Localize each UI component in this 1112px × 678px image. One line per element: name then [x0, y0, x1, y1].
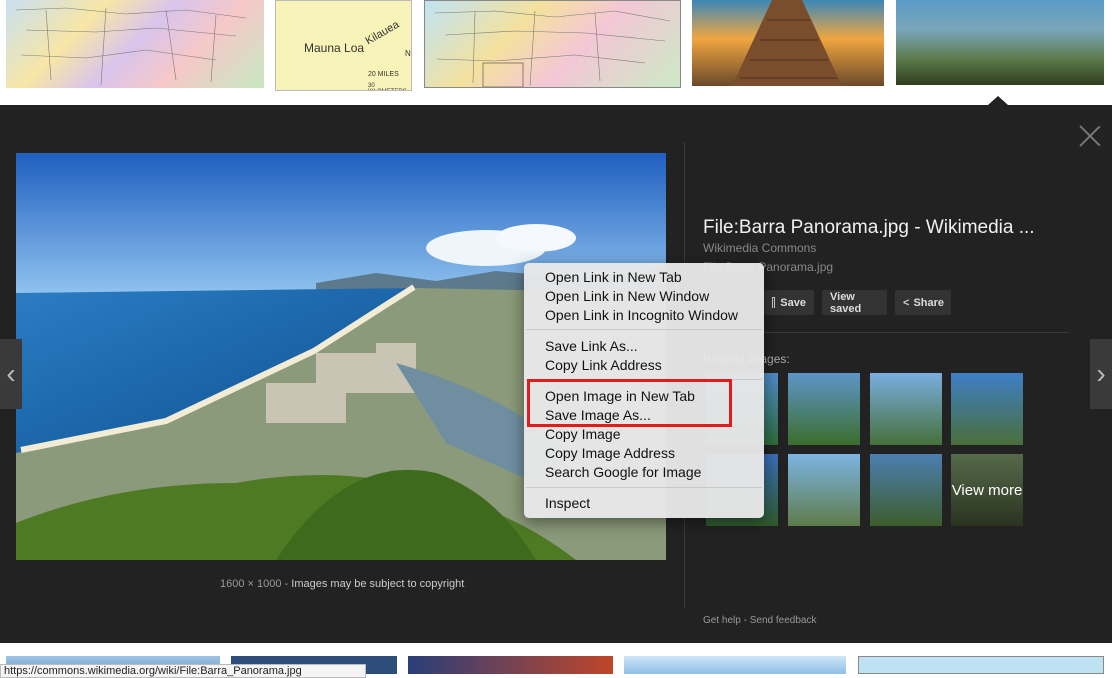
related-image-6[interactable]: [788, 454, 860, 526]
highlight-box: [527, 379, 732, 427]
footer-links: Get help - Send feedback: [703, 615, 816, 626]
map-label-kilauea: Kilauea: [363, 18, 402, 48]
menu-separator: [526, 329, 762, 330]
menu-separator: [526, 487, 762, 488]
get-help-link[interactable]: Get help: [703, 615, 741, 626]
view-saved-label: View saved: [830, 290, 862, 315]
share-button[interactable]: < Share: [895, 290, 951, 315]
menu-search-google-for-image[interactable]: Search Google for Image: [545, 464, 701, 480]
copyright-link[interactable]: Images may be subject to copyright: [291, 578, 464, 590]
selected-pointer: [988, 96, 1008, 105]
map-label-mauna-loa: Mauna Loa: [304, 41, 365, 55]
image-dimensions: 1600 × 1000: [220, 578, 282, 590]
menu-open-link-new-tab[interactable]: Open Link in New Tab: [545, 269, 682, 285]
save-label: Save: [780, 296, 806, 309]
save-button[interactable]: Save: [764, 290, 814, 315]
menu-open-link-incognito[interactable]: Open Link in Incognito Window: [545, 307, 738, 323]
us-map-graphic: [434, 10, 671, 87]
menu-open-link-new-window[interactable]: Open Link in New Window: [545, 288, 709, 304]
related-image-3[interactable]: [870, 373, 942, 445]
status-bar-url: https://commons.wikimedia.org/wiki/File:…: [0, 664, 366, 678]
bookmark-icon: [772, 297, 776, 308]
map-scale-miles: 20 MILES: [368, 71, 399, 78]
menu-save-link-as[interactable]: Save Link As...: [545, 338, 638, 354]
thumbnail-us-map-1[interactable]: [6, 0, 264, 88]
image-meta-line: 1600 × 1000 - Images may be subject to c…: [220, 578, 464, 590]
next-image-button[interactable]: ›: [1090, 339, 1112, 409]
prev-image-button[interactable]: ‹: [0, 339, 22, 409]
chevron-left-icon: ‹: [6, 358, 16, 389]
view-saved-button[interactable]: View saved: [822, 290, 887, 315]
related-image-4[interactable]: [951, 373, 1023, 445]
map-north-label: N: [405, 49, 411, 58]
send-feedback-link[interactable]: Send feedback: [750, 615, 817, 626]
related-image-2[interactable]: [788, 373, 860, 445]
image-title[interactable]: File:Barra Panorama.jpg - Wikimedia ...: [703, 217, 1035, 239]
chevron-right-icon: ›: [1096, 358, 1106, 389]
menu-copy-image[interactable]: Copy Image: [545, 426, 620, 442]
thumbnail-us-map-2[interactable]: [424, 0, 681, 88]
view-more-button[interactable]: View more: [951, 454, 1023, 526]
thumbnail-hawaii-map[interactable]: Mauna Loa Kilauea 20 MILES 30 KILOMETERS…: [275, 0, 412, 91]
image-source[interactable]: Wikimedia Commons: [703, 241, 816, 255]
footer-separator: -: [743, 615, 747, 626]
menu-copy-link-address[interactable]: Copy Link Address: [545, 357, 662, 373]
share-icon: <: [903, 296, 910, 309]
thumbnail-barra-panorama[interactable]: [896, 0, 1104, 85]
share-label: Share: [913, 296, 945, 309]
bottom-thumbnail-5[interactable]: [858, 656, 1104, 674]
us-map-graphic: [15, 7, 247, 86]
map-scale-km: 30 KILOMETERS: [368, 83, 407, 90]
bottom-thumbnail-3[interactable]: [408, 656, 613, 674]
bottom-thumbnail-4[interactable]: [624, 656, 846, 674]
meta-separator: -: [284, 578, 289, 590]
menu-inspect[interactable]: Inspect: [545, 495, 590, 511]
pier-graphic: [732, 0, 842, 86]
thumbnail-pier[interactable]: [692, 0, 884, 86]
menu-copy-image-address[interactable]: Copy Image Address: [545, 445, 675, 461]
related-image-7[interactable]: [870, 454, 942, 526]
close-icon[interactable]: [1078, 124, 1102, 148]
